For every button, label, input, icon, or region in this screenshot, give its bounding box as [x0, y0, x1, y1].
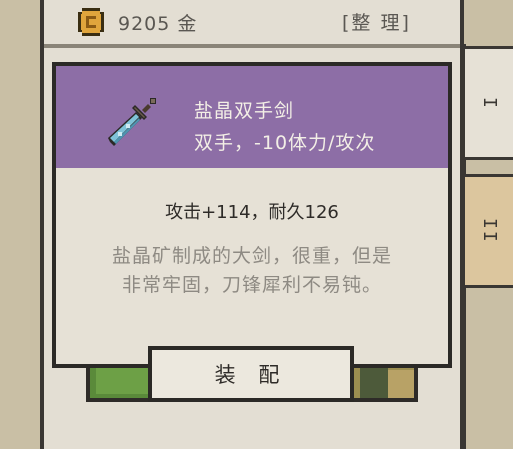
sword-icon [108, 98, 156, 146]
slot-item-image [360, 364, 388, 398]
header-divider [44, 44, 460, 48]
description-line: 盐晶矿制成的大剑，很重，但是 [111, 245, 392, 267]
item-name: 盐晶双手剑 [194, 100, 295, 122]
tab-page-1[interactable]: I [462, 46, 513, 160]
equip-button[interactable]: 装 配 [148, 346, 354, 402]
game-screen: 9205 金 [整 理] I II 盐晶双手剑 双手，-10体力/攻次 攻击+1… [0, 0, 513, 449]
item-description: 盐晶矿制成的大剑，很重，但是 非常牢固，刀锋犀利不易钝。 [56, 242, 448, 300]
slot-item-image [96, 364, 150, 394]
sort-button[interactable]: [整 理] [342, 8, 411, 35]
gold-amount: 9205 金 [118, 13, 198, 35]
tab-page-1-label: I [479, 96, 500, 110]
equip-button-label: 装 配 [214, 363, 288, 387]
tab-page-2[interactable]: II [462, 174, 513, 288]
item-stats: 攻击+114，耐久126 [165, 202, 339, 223]
item-type: 双手，-10体力/攻次 [194, 132, 376, 154]
slot-item-image [388, 370, 414, 398]
tab-page-2-label: II [479, 218, 500, 244]
item-detail-popup: 盐晶双手剑 双手，-10体力/攻次 攻击+114，耐久126 盐晶矿制成的大剑，… [52, 62, 452, 368]
item-header: 盐晶双手剑 双手，-10体力/攻次 [56, 66, 448, 168]
gold-coin-icon [78, 8, 104, 36]
description-line: 非常牢固，刀锋犀利不易钝。 [121, 274, 382, 296]
